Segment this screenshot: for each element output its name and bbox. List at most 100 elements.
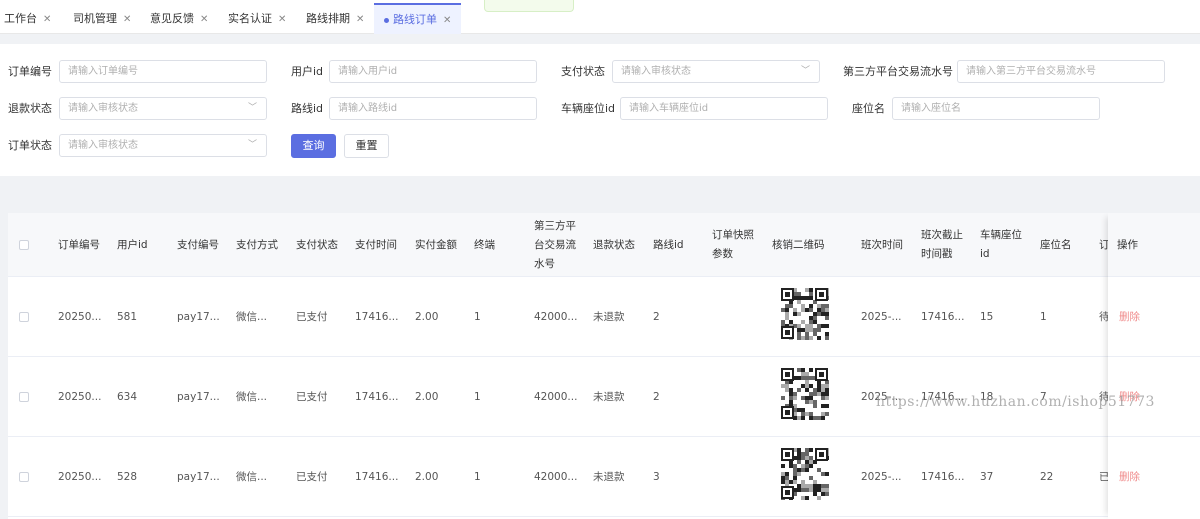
col-seat-id: 车辆座位 id bbox=[980, 213, 1022, 277]
header-line: 参数 bbox=[712, 248, 733, 260]
row-checkbox[interactable] bbox=[19, 312, 29, 322]
tab-label: 路线排期 bbox=[306, 12, 350, 25]
user-id-input[interactable]: 请输入用户id bbox=[329, 60, 537, 83]
tab-feedback[interactable]: 意见反馈 ✕ bbox=[150, 4, 208, 33]
table-row: 20250... 581 pay17... 微信... 已支付 17416...… bbox=[8, 277, 1200, 357]
third-party-no-label: 第三方平台交易流水号 bbox=[843, 65, 953, 78]
tab-label: 意见反馈 bbox=[150, 12, 194, 25]
chevron-down-icon: ﹀ bbox=[247, 103, 257, 113]
close-icon[interactable]: ✕ bbox=[278, 14, 286, 25]
col-user-id: 用户id bbox=[117, 238, 148, 251]
col-third-party-no: 第三方平 台交易流 水号 bbox=[534, 213, 576, 277]
cell-third-party-no: 42000... bbox=[534, 471, 578, 483]
seat-name-input[interactable]: 请输入座位名 bbox=[892, 97, 1100, 120]
seat-name-label: 座位名 bbox=[852, 102, 885, 115]
row-checkbox[interactable] bbox=[19, 392, 29, 402]
cell-user-id: 634 bbox=[117, 391, 138, 403]
route-id-label: 路线id bbox=[291, 102, 324, 115]
reset-button[interactable]: 重置 bbox=[344, 134, 389, 158]
close-icon[interactable]: ✕ bbox=[200, 14, 208, 25]
fixed-action-column: 操作 删除 删除 删除 bbox=[1108, 213, 1200, 519]
row-checkbox[interactable] bbox=[19, 472, 29, 482]
query-button[interactable]: 查询 bbox=[291, 134, 336, 158]
tab-real-name-auth[interactable]: 实名认证 ✕ bbox=[228, 4, 286, 33]
tab-label: 工作台 bbox=[4, 12, 37, 25]
action-header-cell: 操作 bbox=[1108, 213, 1200, 277]
col-pay-no: 支付编号 bbox=[177, 238, 219, 251]
pay-status-placeholder: 请输入审核状态 bbox=[621, 66, 691, 77]
cell-order-no: 20250... bbox=[58, 471, 102, 483]
col-pay-status: 支付状态 bbox=[296, 238, 338, 251]
cell-order-no: 20250... bbox=[58, 311, 102, 323]
cell-order-no: 20250... bbox=[58, 391, 102, 403]
toast-notification bbox=[484, 0, 574, 12]
header-line: 班次截止 bbox=[921, 229, 963, 241]
seat-id-input[interactable]: 请输入车辆座位id bbox=[620, 97, 828, 120]
header-line: 第三方平 bbox=[534, 219, 576, 232]
col-order-no: 订单编号 bbox=[58, 238, 100, 251]
order-no-input[interactable]: 请输入订单编号 bbox=[59, 60, 267, 83]
cell-refund-status: 未退款 bbox=[593, 471, 625, 483]
pay-status-select[interactable]: 请输入审核状态 ﹀ bbox=[612, 60, 820, 83]
cell-pay-no: pay17... bbox=[177, 391, 220, 403]
cell-shift-time: 2025-... bbox=[861, 471, 902, 483]
chevron-down-icon: ﹀ bbox=[247, 140, 257, 150]
table-header: 订单编号 用户id 支付编号 支付方式 支付状态 支付时间 实付金额 终端 第三… bbox=[8, 213, 1200, 277]
tab-route-schedule[interactable]: 路线排期 ✕ bbox=[306, 4, 364, 33]
col-shift-time: 班次时间 bbox=[861, 238, 903, 251]
third-party-no-input[interactable]: 请输入第三方平台交易流水号 bbox=[957, 60, 1165, 83]
tab-bar: 工作台 ✕ 司机管理 ✕ 意见反馈 ✕ 实名认证 ✕ 路线排期 ✕ 路线订单 ✕ bbox=[0, 0, 1200, 34]
cell-pay-method: 微信... bbox=[236, 311, 268, 323]
col-pay-method: 支付方式 bbox=[236, 238, 278, 251]
cell-pay-time: 17416... bbox=[355, 391, 399, 403]
cell-seat-id: 15 bbox=[980, 311, 994, 323]
cell-seat-id: 37 bbox=[980, 471, 994, 483]
cell-user-id: 581 bbox=[117, 311, 138, 323]
col-qr-code: 核销二维码 bbox=[772, 238, 825, 251]
cell-shift-deadline: 17416... bbox=[921, 311, 965, 323]
select-all-checkbox[interactable] bbox=[19, 240, 29, 250]
cell-shift-deadline: 17416... bbox=[921, 471, 965, 483]
refund-status-select[interactable]: 请输入审核状态 ﹀ bbox=[59, 97, 267, 120]
close-icon[interactable]: ✕ bbox=[123, 14, 131, 25]
chevron-down-icon: ﹀ bbox=[800, 66, 810, 76]
cell-pay-time: 17416... bbox=[355, 471, 399, 483]
order-status-select[interactable]: 请输入审核状态 ﹀ bbox=[59, 134, 267, 157]
tab-workbench[interactable]: 工作台 ✕ bbox=[4, 4, 51, 33]
refund-status-placeholder: 请输入审核状态 bbox=[68, 103, 138, 114]
filter-panel: 订单编号 请输入订单编号 用户id 请输入用户id 支付状态 请输入审核状态 ﹀ … bbox=[0, 44, 1200, 176]
cell-pay-status: 已支付 bbox=[296, 471, 328, 483]
qr-code-image bbox=[781, 448, 829, 500]
close-icon[interactable]: ✕ bbox=[443, 15, 451, 26]
cell-amount: 2.00 bbox=[415, 391, 439, 403]
close-icon[interactable]: ✕ bbox=[356, 14, 364, 25]
close-icon[interactable]: ✕ bbox=[43, 14, 51, 25]
header-line: 台交易流 bbox=[534, 238, 576, 251]
cell-terminal: 1 bbox=[474, 471, 481, 483]
tab-label: 路线订单 bbox=[393, 13, 437, 26]
cell-seat-name: 22 bbox=[1040, 471, 1054, 483]
tab-driver-management[interactable]: 司机管理 ✕ bbox=[73, 4, 131, 33]
cell-user-id: 528 bbox=[117, 471, 138, 483]
col-amount: 实付金额 bbox=[415, 238, 457, 251]
qr-code-image bbox=[781, 288, 829, 340]
col-shift-deadline: 班次截止 时间戳 bbox=[921, 213, 963, 277]
refund-status-label: 退款状态 bbox=[8, 102, 52, 115]
tab-route-orders[interactable]: 路线订单 ✕ bbox=[374, 3, 462, 34]
cell-pay-no: pay17... bbox=[177, 471, 220, 483]
cell-pay-time: 17416... bbox=[355, 311, 399, 323]
cell-refund-status: 未退款 bbox=[593, 311, 625, 323]
delete-button[interactable]: 删除 bbox=[1119, 437, 1140, 517]
cell-pay-method: 微信... bbox=[236, 391, 268, 403]
col-terminal: 终端 bbox=[474, 238, 495, 251]
col-snapshot: 订单快照 参数 bbox=[712, 213, 754, 277]
col-route-id: 路线id bbox=[653, 238, 684, 251]
cell-route-id: 3 bbox=[653, 471, 660, 483]
cell-third-party-no: 42000... bbox=[534, 311, 578, 323]
route-id-input[interactable]: 请输入路线id bbox=[329, 97, 537, 120]
orders-table: 订单编号 用户id 支付编号 支付方式 支付状态 支付时间 实付金额 终端 第三… bbox=[8, 213, 1200, 519]
cell-terminal: 1 bbox=[474, 391, 481, 403]
user-id-label: 用户id bbox=[291, 65, 324, 78]
delete-button[interactable]: 删除 bbox=[1119, 277, 1140, 357]
tab-label: 司机管理 bbox=[73, 12, 117, 25]
